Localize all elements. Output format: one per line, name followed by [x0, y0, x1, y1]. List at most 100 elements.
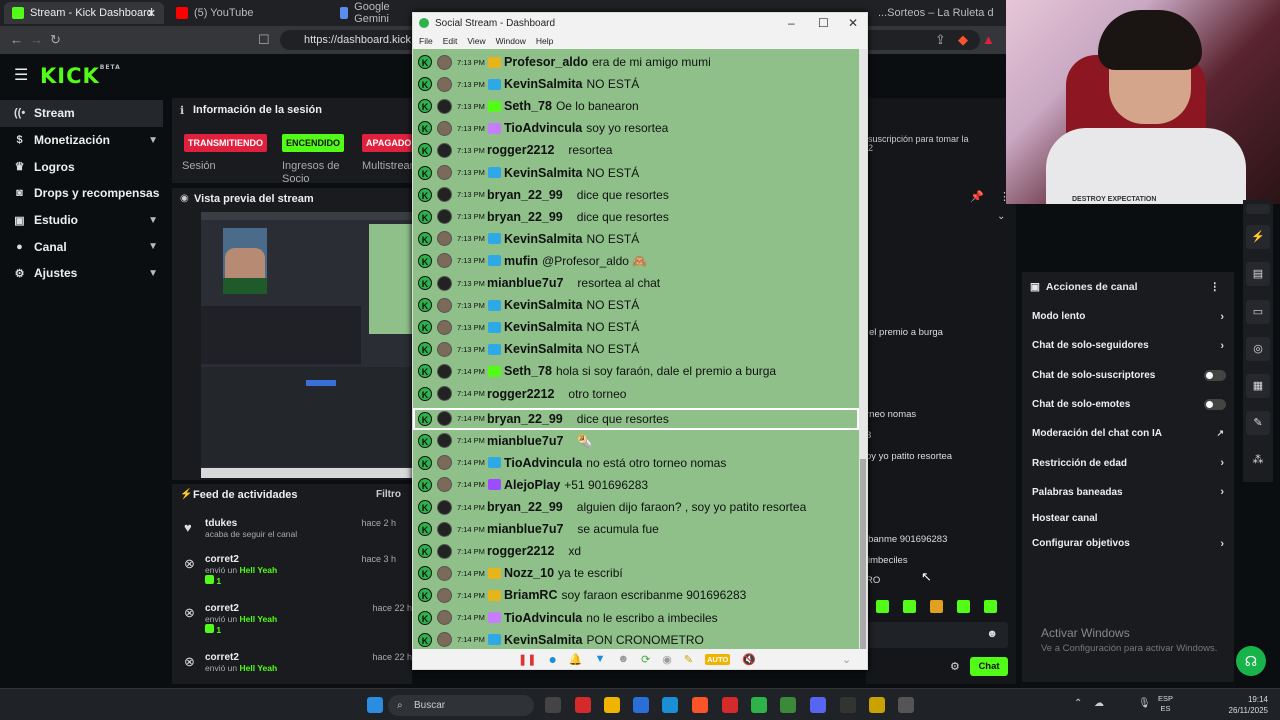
doc-icon[interactable]: ▤	[1246, 262, 1270, 286]
discord-icon[interactable]	[810, 697, 826, 713]
menu-edit[interactable]: Edit	[443, 36, 458, 46]
message-username[interactable]: mianblue7u7	[487, 434, 563, 448]
chat-message[interactable]: K 7:13 PM KevinSalmita NO ESTÁ	[415, 73, 639, 95]
start-icon[interactable]	[367, 697, 383, 713]
social-stream-icon[interactable]	[751, 697, 767, 713]
refresh-icon[interactable]: ⟳	[641, 653, 650, 666]
gear-icon[interactable]: ⚙	[950, 660, 960, 673]
settings-icon[interactable]: ◉	[662, 653, 672, 666]
taskbar-app-icon[interactable]	[869, 697, 885, 713]
message-username[interactable]: Seth_78	[504, 99, 552, 113]
chat-message[interactable]: K 7:13 PM bryan_22_99 dice que resortes	[415, 184, 669, 206]
kick-logo[interactable]: KICKBETA	[40, 64, 121, 88]
taskbar-search[interactable]: ⌕ Buscar	[388, 695, 534, 716]
chat-message[interactable]: K 7:14 PM mianblue7u7 🌯	[415, 430, 592, 452]
reload-icon[interactable]: ↻	[50, 32, 61, 48]
message-username[interactable]: bryan_22_99	[487, 412, 563, 426]
tray-chevron-icon[interactable]: ⌃	[1074, 698, 1082, 709]
task-view-icon[interactable]	[545, 697, 561, 713]
message-username[interactable]: Nozz_10	[504, 566, 554, 580]
chat-message[interactable]: K 7:14 PM TioAdvincula no está otro torneo …	[415, 452, 726, 474]
filter-icon[interactable]: ▼	[595, 653, 606, 665]
message-username[interactable]: mianblue7u7	[487, 276, 563, 290]
chat-message[interactable]: K 7:14 PM bryan_22_99 dice que resortes	[413, 407, 859, 430]
message-username[interactable]: mufin	[504, 254, 538, 268]
chevron-down-icon[interactable]: ⌄	[997, 211, 1005, 222]
broadcast-icon[interactable]: ◎	[1246, 337, 1270, 361]
emoji-icon[interactable]: ☻	[986, 628, 998, 640]
action-subscribers-only[interactable]: Chat de solo-suscriptores	[1022, 361, 1234, 390]
sidebar-item-ajustes[interactable]: ⚙ Ajustes ▼	[0, 260, 170, 287]
bookmark-icon[interactable]: ☐	[258, 32, 270, 48]
chat-message[interactable]: K 7:14 PM TioAdvincula no le escribo a imbe…	[415, 607, 718, 629]
chat-message[interactable]: K 7:13 PM KevinSalmita NO ESTÁ	[415, 162, 639, 184]
brave-icon[interactable]	[692, 697, 708, 713]
message-username[interactable]: KevinSalmita	[504, 320, 583, 334]
message-username[interactable]: AlejoPlay	[504, 478, 560, 492]
support-headset-icon[interactable]: ☊	[1236, 646, 1266, 676]
message-username[interactable]: TioAdvincula	[504, 456, 582, 470]
sidebar-item-logros[interactable]: ♛ Logros	[0, 153, 170, 180]
message-username[interactable]: rogger2212	[487, 387, 554, 401]
chat-message[interactable]: K 7:14 PM mianblue7u7 se acumula fue	[415, 518, 659, 540]
sidebar-item-canal[interactable]: ● Canal ▼	[0, 233, 170, 260]
apps-icon[interactable]: ⁂	[1246, 448, 1270, 472]
maximize-icon[interactable]: ☐	[818, 16, 829, 30]
chat-message[interactable]: K 7:13 PM rogger2212 resortea	[415, 139, 612, 161]
scrollbar[interactable]	[859, 49, 867, 649]
menu-help[interactable]: Help	[536, 36, 553, 46]
chevron-down-icon[interactable]: ⌄	[842, 653, 851, 666]
minimize-icon[interactable]: –	[788, 16, 795, 30]
emote-icon[interactable]	[984, 600, 997, 613]
message-username[interactable]: KevinSalmita	[504, 298, 583, 312]
tab-youtube[interactable]: (5) YouTube	[168, 2, 328, 24]
emote-icon[interactable]	[876, 600, 889, 613]
message-username[interactable]: bryan_22_99	[487, 210, 563, 224]
sidebar-item-estudio[interactable]: ▣ Estudio ▼	[0, 207, 170, 234]
layout-icon[interactable]: ▦	[1246, 374, 1270, 398]
chat-input[interactable]: ☻	[866, 622, 1008, 648]
sidebar-item-monetizacion[interactable]: $ Monetización ▼	[0, 127, 170, 154]
chat-bubble-icon[interactable]: ●	[548, 651, 556, 667]
chat-message[interactable]: K 7:13 PM KevinSalmita NO ESTÁ	[415, 294, 639, 316]
pin-icon[interactable]: 📌	[970, 190, 984, 203]
chat-message[interactable]: K 7:13 PM Profesor_aldo era de mi amigo mum…	[415, 51, 711, 73]
message-username[interactable]: KevinSalmita	[504, 232, 583, 246]
action-banned-words[interactable]: Palabras baneadas ›	[1022, 478, 1234, 507]
wrench-icon[interactable]: ✎	[1246, 411, 1270, 435]
chat-icon[interactable]: ▭	[1246, 300, 1270, 324]
store-icon[interactable]	[633, 697, 649, 713]
chat-message[interactable]: K 7:14 PM rogger2212 xd	[415, 540, 581, 562]
pause-icon[interactable]: ❚❚	[518, 653, 536, 666]
calculator-icon[interactable]	[898, 697, 914, 713]
chat-message[interactable]: K 7:13 PM mianblue7u7 resortea al chat	[415, 272, 660, 294]
message-username[interactable]: Seth_78	[504, 364, 552, 378]
action-age-restriction[interactable]: Restricción de edad ›	[1022, 448, 1234, 477]
edge-icon[interactable]	[662, 697, 678, 713]
forward-icon[interactable]: →	[30, 32, 43, 47]
cloud-icon[interactable]: ☁	[1094, 698, 1104, 709]
brave-shield-icon[interactable]: ◆	[958, 32, 968, 48]
toggle-switch[interactable]	[1204, 399, 1226, 411]
chat-message[interactable]: K 7:14 PM Seth_78 hola si soy faraón, dale …	[415, 360, 776, 382]
message-username[interactable]: Profesor_aldo	[504, 55, 588, 69]
menu-window[interactable]: Window	[496, 36, 526, 46]
chat-message[interactable]: K 7:13 PM KevinSalmita NO ESTÁ	[415, 338, 639, 360]
message-username[interactable]: KevinSalmita	[504, 166, 583, 180]
chat-message[interactable]: K 7:14 PM BriamRC soy faraon escribanme 901…	[415, 584, 746, 606]
message-username[interactable]: KevinSalmita	[504, 633, 583, 647]
chat-message-list[interactable]: K 7:13 PM Profesor_aldo era de mi amigo mum…	[413, 49, 859, 649]
obs-icon[interactable]	[722, 697, 738, 713]
sidebar-item-drops[interactable]: ◙ Drops y recompensas	[0, 180, 170, 207]
chat-message[interactable]: K 7:13 PM KevinSalmita NO ESTÁ	[415, 228, 639, 250]
brave-rewards-icon[interactable]: ▲	[982, 32, 995, 47]
message-username[interactable]: KevinSalmita	[504, 342, 583, 356]
emoji-icon[interactable]: ☻	[618, 653, 630, 665]
action-emotes-only[interactable]: Chat de solo-emotes	[1022, 390, 1234, 419]
sheets-icon[interactable]	[780, 697, 796, 713]
share-icon[interactable]: ⇪	[935, 32, 946, 48]
chat-message[interactable]: K 7:14 PM KevinSalmita PON CRONOMETRO	[415, 629, 704, 649]
bolt-icon[interactable]: ⚡	[1246, 225, 1270, 249]
highlighter-icon[interactable]: ✎	[684, 653, 693, 666]
language-indicator[interactable]: ESP ES	[1158, 694, 1173, 714]
